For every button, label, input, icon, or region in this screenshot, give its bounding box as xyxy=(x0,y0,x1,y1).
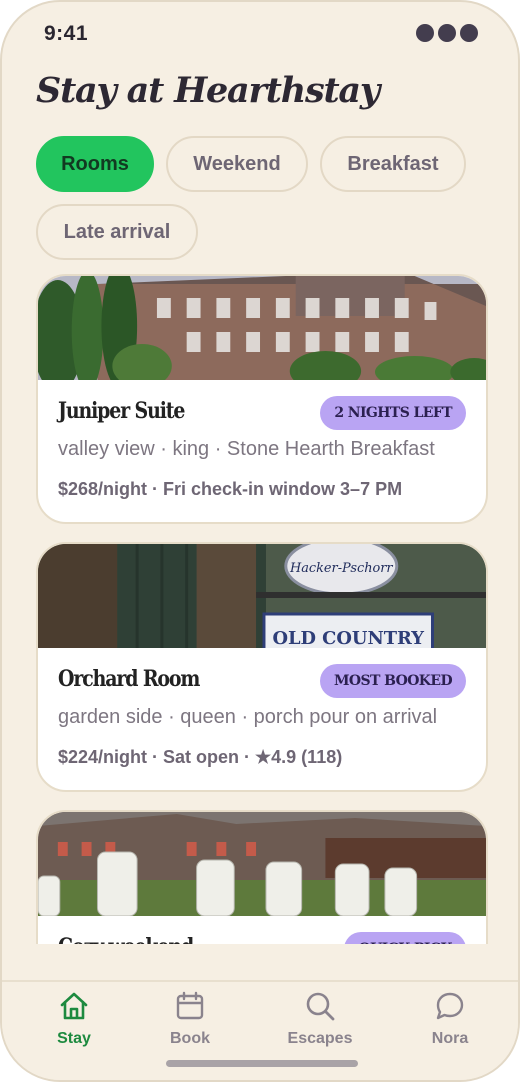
tab-escapes[interactable]: Escapes xyxy=(270,990,370,1060)
chip-breakfast[interactable]: Breakfast xyxy=(320,136,466,192)
room-description: garden side · queen · porch pour on arri… xyxy=(58,706,438,728)
chat-bubble-icon xyxy=(436,992,464,1020)
room-feed[interactable]: Juniper Suite 2 NIGHTS LEFT valley view … xyxy=(36,274,488,944)
lawn-chairs-photo xyxy=(38,812,486,916)
svg-text:Hacker-Pschorr: Hacker-Pschorr xyxy=(289,561,393,576)
room-card[interactable]: Hacker-Pschorr OLD COUNTRY Orchard Room … xyxy=(36,542,488,792)
tab-label: Book xyxy=(170,1030,210,1047)
chip-weekend[interactable]: Weekend xyxy=(166,136,308,192)
room-title: Cozy weekend xyxy=(58,934,194,944)
tab-book[interactable]: Book xyxy=(140,990,240,1060)
chip-late-arrival[interactable]: Late arrival xyxy=(36,204,198,260)
room-title: Orchard Room xyxy=(58,666,200,692)
room-meta: $268/night · Fri check-in window 3–7 PM xyxy=(58,479,403,499)
tab-nora[interactable]: Nora xyxy=(400,990,500,1060)
phone-frame: 9:41 Stay at Hearthstay Rooms Weekend Br… xyxy=(0,0,520,1082)
page-title: Stay at Hearthstay xyxy=(36,70,380,111)
chip-rooms[interactable]: Rooms xyxy=(36,136,154,192)
pub-signs-photo: Hacker-Pschorr OLD COUNTRY xyxy=(38,544,486,648)
tab-label: Escapes xyxy=(287,1030,353,1047)
tab-stay[interactable]: Stay xyxy=(24,990,124,1060)
inn-exterior-photo xyxy=(38,276,486,380)
room-card[interactable]: Cozy weekend QUICK PICK xyxy=(36,810,488,944)
svg-text:OLD COUNTRY: OLD COUNTRY xyxy=(272,628,424,648)
room-title: Juniper Suite xyxy=(58,398,185,424)
room-meta: $224/night · Sat open · ★4.9 (118) xyxy=(58,747,343,767)
home-indicator xyxy=(166,1060,358,1067)
home-icon xyxy=(60,992,88,1020)
search-icon xyxy=(306,992,335,1021)
tab-label: Stay xyxy=(57,1030,91,1047)
tab-label: Nora xyxy=(431,1030,469,1047)
status-dots-icon xyxy=(416,24,478,42)
status-badge: 2 NIGHTS LEFT xyxy=(320,396,466,430)
room-description: valley view · king · Stone Hearth Breakf… xyxy=(58,438,435,460)
calendar-icon xyxy=(176,991,204,1020)
room-card[interactable]: Juniper Suite 2 NIGHTS LEFT valley view … xyxy=(36,274,488,524)
status-badge: MOST BOOKED xyxy=(320,664,466,698)
status-badge: QUICK PICK xyxy=(344,932,466,944)
status-time: 9:41 xyxy=(44,22,89,45)
status-bar: 9:41 xyxy=(2,2,518,62)
